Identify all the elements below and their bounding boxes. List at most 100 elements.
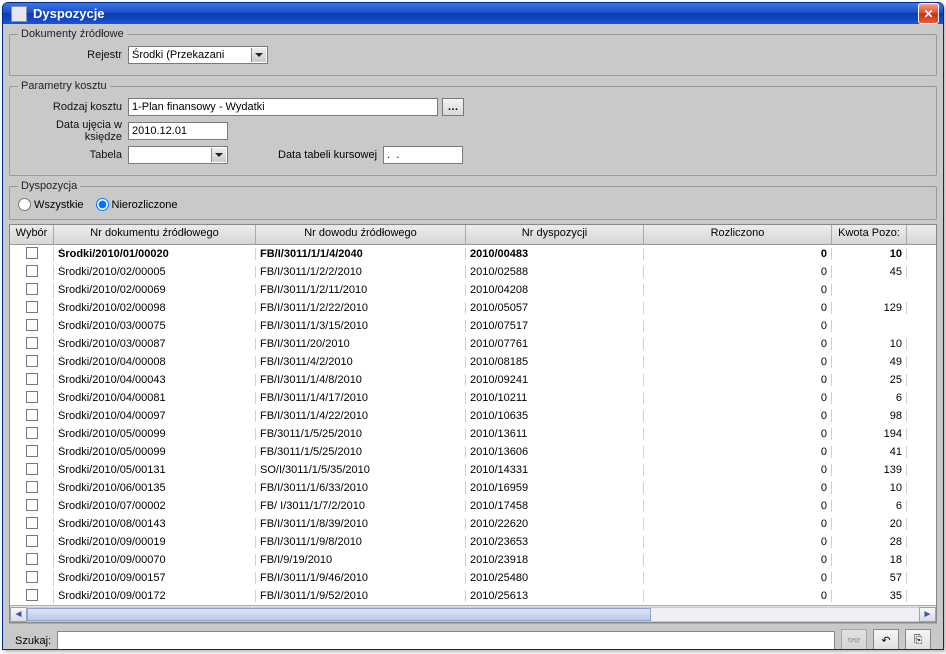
cell-checkbox[interactable]: [10, 391, 54, 406]
titlebar[interactable]: Dyspozycje ✕: [3, 3, 943, 24]
checkbox-icon[interactable]: [26, 427, 38, 439]
cell-checkbox[interactable]: [10, 553, 54, 568]
radio-nierozliczone-label[interactable]: Nierozliczone: [96, 198, 178, 211]
table-row[interactable]: Środki/2010/05/00099FB/3011/1/5/25/20102…: [10, 425, 936, 443]
cell-checkbox[interactable]: [10, 247, 54, 262]
checkbox-icon[interactable]: [26, 283, 38, 295]
cell-checkbox[interactable]: [10, 427, 54, 442]
col-nr-dok[interactable]: Nr dokumentu źródłowego: [54, 225, 256, 244]
cell-kwota: 129: [832, 302, 907, 314]
col-rozliczono[interactable]: Rozliczono: [644, 225, 832, 244]
radio-wszystkie-label[interactable]: Wszystkie: [18, 198, 84, 211]
grid: Wybór Nr dokumentu źródłowego Nr dowodu …: [9, 224, 937, 623]
undo-button[interactable]: ↶: [873, 629, 899, 651]
cell-checkbox[interactable]: [10, 445, 54, 460]
col-nr-dowodu[interactable]: Nr dowodu źródłowego: [256, 225, 466, 244]
cell-checkbox[interactable]: [10, 355, 54, 370]
exit-button[interactable]: ⎘: [905, 629, 931, 651]
radio-nierozliczone[interactable]: [96, 198, 109, 211]
lookup-rodzaj-button[interactable]: …: [442, 98, 464, 116]
scroll-track[interactable]: [27, 607, 919, 622]
checkbox-icon[interactable]: [26, 571, 38, 583]
table-row[interactable]: Środki/2010/09/00172FB/I/3011/1/9/52/201…: [10, 587, 936, 605]
cell-checkbox[interactable]: [10, 373, 54, 388]
table-row[interactable]: Środki/2010/07/00002FB/ I/3011/1/7/2/201…: [10, 497, 936, 515]
table-row[interactable]: Środki/2010/02/00005FB/I/3011/1/2/2/2010…: [10, 263, 936, 281]
table-row[interactable]: Środki/2010/02/00098FB/I/3011/1/2/22/201…: [10, 299, 936, 317]
input-rodzaj[interactable]: [128, 98, 438, 116]
close-button[interactable]: ✕: [918, 3, 939, 24]
checkbox-icon[interactable]: [26, 247, 38, 259]
cell-checkbox[interactable]: [10, 517, 54, 532]
cell-checkbox[interactable]: [10, 319, 54, 334]
checkbox-icon[interactable]: [26, 391, 38, 403]
checkbox-icon[interactable]: [26, 589, 38, 601]
table-row[interactable]: Środki/2010/04/00043FB/I/3011/1/4/8/2010…: [10, 371, 936, 389]
cell-nr-dok: Środki/2010/02/00098: [54, 302, 256, 314]
checkbox-icon[interactable]: [26, 265, 38, 277]
grid-body[interactable]: Środki/2010/01/00020FB/I/3011/1/1/4/2040…: [10, 245, 936, 605]
checkbox-icon[interactable]: [26, 355, 38, 367]
scroll-right-button[interactable]: ►: [919, 607, 936, 622]
cell-checkbox[interactable]: [10, 571, 54, 586]
checkbox-icon[interactable]: [26, 373, 38, 385]
cell-checkbox[interactable]: [10, 499, 54, 514]
cell-nr-dysp: 2010/22620: [466, 518, 644, 530]
chevron-down-icon: [251, 48, 266, 62]
table-row[interactable]: Środki/2010/09/00070FB/I/9/19/20102010/2…: [10, 551, 936, 569]
cell-nr-dysp: 2010/04208: [466, 284, 644, 296]
cell-checkbox[interactable]: [10, 535, 54, 550]
search-input[interactable]: [57, 631, 835, 651]
scroll-left-button[interactable]: ◄: [10, 607, 27, 622]
checkbox-icon[interactable]: [26, 463, 38, 475]
scroll-thumb[interactable]: [27, 608, 651, 621]
cell-nr-dowodu: FB/3011/1/5/25/2010: [256, 446, 466, 458]
cell-checkbox[interactable]: [10, 337, 54, 352]
input-data-tabeli[interactable]: [383, 146, 463, 164]
table-row[interactable]: Środki/2010/05/00131SO/I/3011/1/5/35/201…: [10, 461, 936, 479]
checkbox-icon[interactable]: [26, 445, 38, 457]
horizontal-scrollbar[interactable]: ◄ ►: [10, 605, 936, 622]
radio-wszystkie[interactable]: [18, 198, 31, 211]
checkbox-icon[interactable]: [26, 499, 38, 511]
table-row[interactable]: Środki/2010/01/00020FB/I/3011/1/1/4/2040…: [10, 245, 936, 263]
combo-tabela[interactable]: [128, 146, 228, 164]
combo-rejestr[interactable]: Środki (Przekazani: [128, 46, 268, 64]
cell-checkbox[interactable]: [10, 481, 54, 496]
table-row[interactable]: Środki/2010/09/00157FB/I/3011/1/9/46/201…: [10, 569, 936, 587]
cell-checkbox[interactable]: [10, 409, 54, 424]
checkbox-icon[interactable]: [26, 319, 38, 331]
checkbox-icon[interactable]: [26, 409, 38, 421]
table-row[interactable]: Środki/2010/03/00087FB/I/3011/20/2010201…: [10, 335, 936, 353]
cell-rozliczono: 0: [644, 482, 832, 494]
table-row[interactable]: Środki/2010/04/00081FB/I/3011/1/4/17/201…: [10, 389, 936, 407]
table-row[interactable]: Środki/2010/08/00143FB/I/3011/1/8/39/201…: [10, 515, 936, 533]
col-nr-dysp[interactable]: Nr dyspozycji: [466, 225, 644, 244]
checkbox-icon[interactable]: [26, 517, 38, 529]
cell-nr-dowodu: FB/I/3011/1/2/11/2010: [256, 284, 466, 296]
cell-checkbox[interactable]: [10, 265, 54, 280]
table-row[interactable]: Środki/2010/05/00099FB/3011/1/5/25/20102…: [10, 443, 936, 461]
cell-checkbox[interactable]: [10, 283, 54, 298]
col-kwota[interactable]: Kwota Pozo:: [832, 225, 907, 244]
checkbox-icon[interactable]: [26, 301, 38, 313]
cell-checkbox[interactable]: [10, 301, 54, 316]
cell-checkbox[interactable]: [10, 463, 54, 478]
cell-nr-dowodu: FB/I/3011/1/4/22/2010: [256, 410, 466, 422]
table-row[interactable]: Środki/2010/04/00097FB/I/3011/1/4/22/201…: [10, 407, 936, 425]
table-row[interactable]: Środki/2010/09/00019FB/I/3011/1/9/8/2010…: [10, 533, 936, 551]
table-row[interactable]: Środki/2010/03/00075FB/I/3011/1/3/15/201…: [10, 317, 936, 335]
table-row[interactable]: Środki/2010/02/00069FB/I/3011/1/2/11/201…: [10, 281, 936, 299]
cell-kwota: 28: [832, 536, 907, 548]
checkbox-icon[interactable]: [26, 337, 38, 349]
binoculars-button[interactable]: 👓: [841, 629, 867, 651]
col-wybor[interactable]: Wybór: [10, 225, 54, 244]
checkbox-icon[interactable]: [26, 481, 38, 493]
cell-rozliczono: 0: [644, 554, 832, 566]
checkbox-icon[interactable]: [26, 535, 38, 547]
table-row[interactable]: Środki/2010/06/00135FB/I/3011/1/6/33/201…: [10, 479, 936, 497]
checkbox-icon[interactable]: [26, 553, 38, 565]
table-row[interactable]: Środki/2010/04/00008FB/I/3011/4/2/201020…: [10, 353, 936, 371]
cell-checkbox[interactable]: [10, 589, 54, 604]
input-data-ujecia[interactable]: [128, 122, 228, 140]
